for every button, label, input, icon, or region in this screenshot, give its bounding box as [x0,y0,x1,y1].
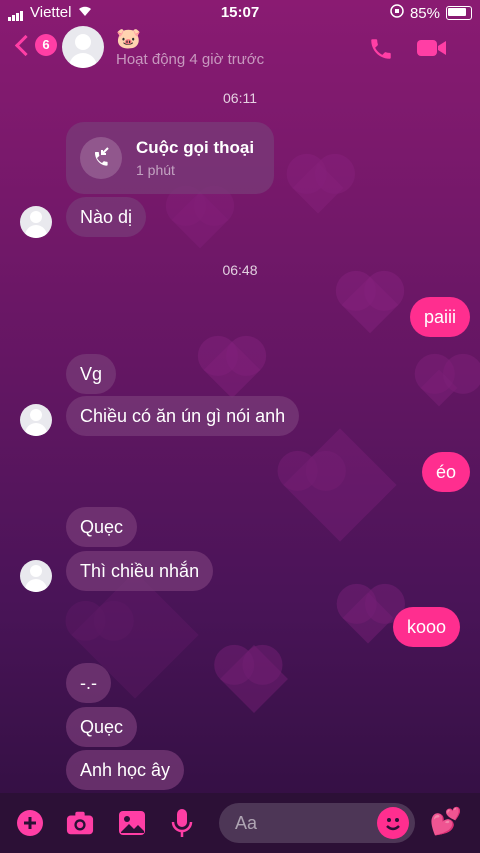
message-bubble-incoming[interactable]: Chiều có ăn ún gì nói anh [66,396,300,436]
composer-bar: Aa 💕 [0,793,480,853]
message-bubble-incoming[interactable]: Thì chiều nhắn [66,551,214,591]
video-camera-icon [417,40,446,56]
message-bubble-incoming[interactable]: Nào dị [66,197,147,237]
chevron-left-icon [14,34,37,56]
image-icon [119,811,145,835]
message-bubble-outgoing[interactable]: éo [421,452,470,492]
smiley-icon [386,818,400,831]
microphone-icon [171,809,193,837]
plus-icon [17,810,43,836]
message-bubble-incoming[interactable]: Anh học ây [66,750,185,790]
status-bar: Viettel 15:07 85% [0,0,480,24]
back-button[interactable]: 6 [14,34,57,56]
orientation-lock-icon [390,4,404,22]
sender-avatar[interactable] [20,404,52,436]
timestamp: 06:48 [222,262,258,278]
quick-reaction-button[interactable]: 💕 [430,806,462,836]
emoji-button[interactable] [377,807,409,839]
call-title: Cuộc gọi thoại [136,138,255,157]
video-call-button[interactable] [416,36,448,65]
message-bubble-incoming[interactable]: -.- [66,663,111,703]
message-bubble-incoming[interactable]: Vg [66,354,117,394]
battery-percent: 85% [409,4,440,22]
timestamp: 06:11 [223,90,257,106]
message-bubble-incoming[interactable]: Quẹc [66,507,138,547]
camera-button[interactable] [66,809,94,837]
gallery-button[interactable] [118,809,146,837]
missed-call-icon [80,137,122,179]
unread-count-badge: 6 [35,34,57,56]
add-button[interactable] [16,809,44,837]
camera-icon [66,811,94,835]
phone-icon [371,39,391,59]
contact-name[interactable]: 🐷 [116,26,141,51]
message-bubble-incoming[interactable]: Quẹc [66,707,138,747]
sender-avatar[interactable] [20,206,52,238]
call-duration: 1 phút [136,162,175,178]
message-bubble-outgoing[interactable]: paiii [409,297,470,337]
sender-avatar[interactable] [20,560,52,592]
battery-icon [446,6,472,20]
message-input[interactable]: Aa [219,803,415,843]
activity-status: Hoạt động 4 giờ trước [116,51,265,68]
contact-avatar[interactable] [62,26,104,68]
message-bubble-outgoing[interactable]: kooo [392,607,460,647]
message-input-placeholder: Aa [235,813,258,833]
phone-call-button[interactable] [368,36,394,67]
voice-message-button[interactable] [168,809,196,837]
voice-call-card[interactable]: Cuộc gọi thoại 1 phút [66,122,274,194]
chat-header: 6 🐷 Hoạt động 4 giờ trước [0,24,480,76]
